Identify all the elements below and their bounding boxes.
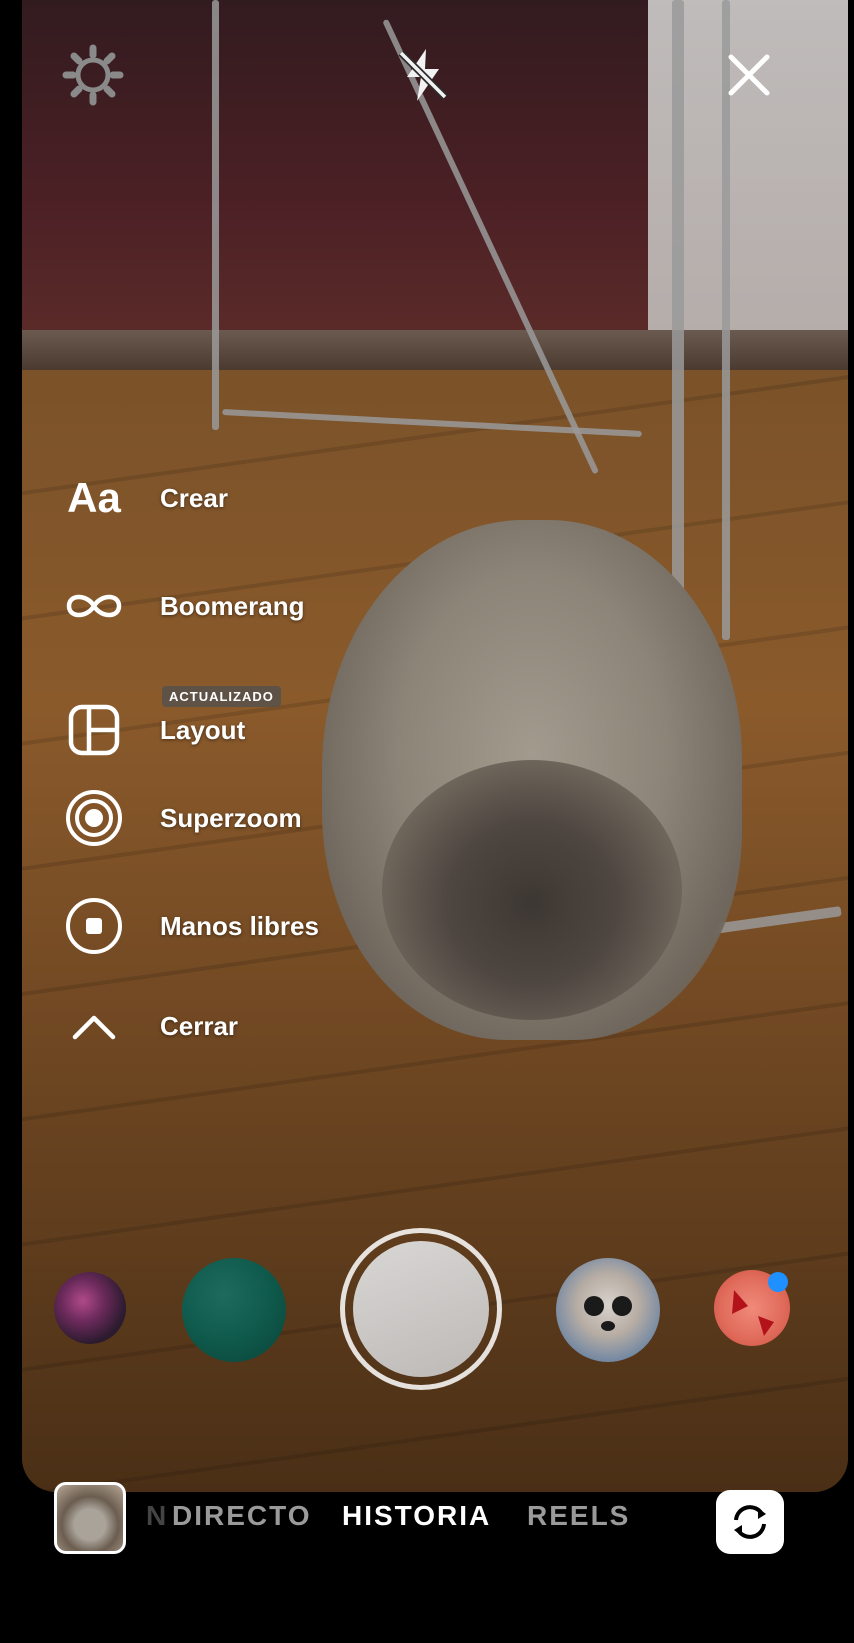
gallery-thumbnail[interactable] — [54, 1482, 126, 1554]
text-aa-icon: Aa — [67, 474, 121, 521]
flip-camera-button[interactable] — [716, 1490, 784, 1554]
layout-grid-icon — [52, 690, 136, 770]
new-effect-dot — [768, 1272, 788, 1292]
close-icon — [728, 54, 770, 96]
shutter-button[interactable] — [340, 1228, 502, 1390]
flip-camera-icon — [734, 1505, 766, 1539]
menu-label: Boomerang — [160, 590, 305, 621]
mode-tab-live[interactable]: DIRECTO — [172, 1500, 312, 1532]
menu-item-superzoom[interactable]: Superzoom — [52, 778, 452, 858]
mode-tab-story[interactable]: HISTORIA — [342, 1500, 491, 1532]
flash-off-icon — [398, 49, 448, 101]
flash-toggle-button[interactable] — [388, 40, 458, 110]
menu-item-layout[interactable]: Layout — [52, 690, 452, 770]
hands-free-icon — [52, 886, 136, 966]
close-button[interactable] — [714, 40, 784, 110]
chihuahua-face-icon — [584, 1296, 632, 1331]
menu-item-close-menu[interactable]: Cerrar — [52, 986, 452, 1066]
gear-icon — [62, 44, 124, 106]
superzoom-icon — [52, 778, 136, 858]
chevron-up-icon — [52, 986, 136, 1066]
metal-rod — [212, 0, 219, 430]
menu-label: Superzoom — [160, 802, 302, 833]
pink-swirl-effect[interactable] — [54, 1272, 126, 1344]
shutter-inner — [353, 1241, 489, 1377]
menu-label: Layout — [160, 714, 246, 745]
mode-tab-reels[interactable]: REELS — [527, 1500, 630, 1532]
green-texture-effect[interactable] — [182, 1258, 286, 1362]
mode-tab-partial[interactable]: N — [146, 1500, 168, 1532]
menu-item-boomerang[interactable]: Boomerang — [52, 566, 452, 646]
chihuahua-face-effect[interactable] — [556, 1258, 660, 1362]
menu-label: Cerrar — [160, 1010, 239, 1041]
menu-item-create[interactable]: Aa Crear — [52, 458, 452, 538]
infinity-icon — [52, 566, 136, 646]
menu-label: Crear — [160, 482, 228, 513]
settings-button[interactable] — [58, 40, 128, 110]
menu-item-hands-free[interactable]: Manos libres — [52, 886, 452, 966]
menu-label: Manos libres — [160, 910, 319, 941]
